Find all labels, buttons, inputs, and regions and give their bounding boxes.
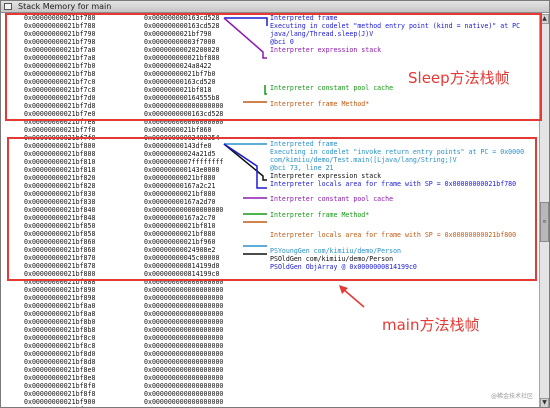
scroll-down-arrow-icon[interactable]: ▼ xyxy=(540,398,549,407)
main-frame-callout: main方法栈帧 xyxy=(382,316,480,334)
window-icon xyxy=(4,3,12,10)
title-bar[interactable]: Stack Memory for main xyxy=(1,1,549,13)
watermark: @稀金技术社区 xyxy=(491,393,534,400)
window-title: Stack Memory for main xyxy=(18,2,112,11)
main-frame-highlight xyxy=(7,137,537,281)
callout-arrow-icon xyxy=(339,285,365,308)
stack-memory-window: Stack Memory for main 0x00000000021bf780… xyxy=(0,0,550,408)
sleep-frame-callout: Sleep方法栈帧 xyxy=(408,69,510,87)
sleep-frame-highlight xyxy=(5,13,542,121)
scroll-thumb[interactable]: ≡ xyxy=(540,202,549,242)
